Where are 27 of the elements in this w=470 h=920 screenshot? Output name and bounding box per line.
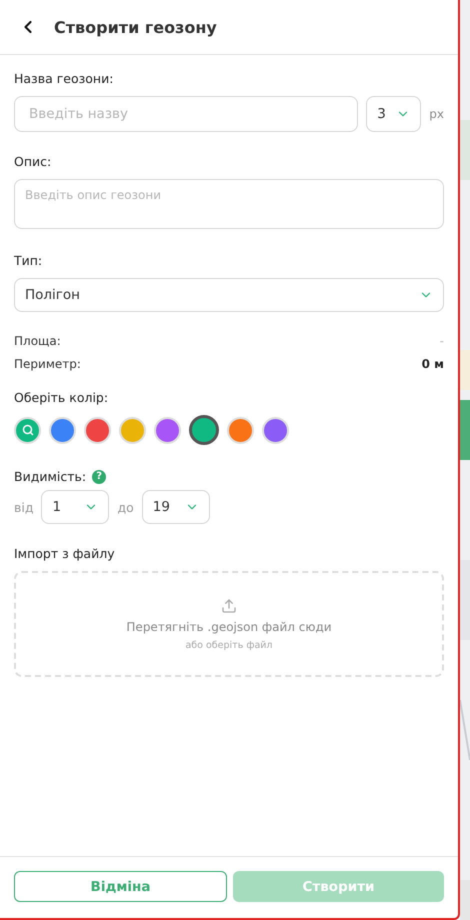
unit-label: px (429, 107, 444, 121)
type-select[interactable]: Полігон (14, 278, 444, 312)
field-label: Назва геозони: (14, 71, 114, 86)
color-picker-button[interactable] (14, 416, 41, 444)
field-label: Опис: (14, 154, 52, 169)
stat-label: Периметр: (14, 357, 81, 371)
stat-value: 0 м (422, 357, 444, 371)
search-icon (22, 424, 34, 436)
name-input[interactable]: Введіть назву (14, 96, 358, 132)
field-label: Імпорт з файлу (14, 546, 116, 561)
drop-text: Перетягніть .geojson файл сюди (126, 620, 332, 634)
to-label: до (117, 500, 134, 514)
stat-label: Площа: (14, 334, 61, 348)
color-swatch[interactable] (189, 415, 219, 445)
drop-hint: або оберіть файл (185, 640, 273, 650)
zoom-from-select[interactable]: 1 (41, 490, 110, 524)
width-select[interactable]: 3 (366, 96, 422, 132)
field-label: Оберіть колір: (14, 390, 110, 405)
description-input[interactable]: Введіть опис геозони (14, 179, 444, 229)
file-drop-zone[interactable]: Перетягніть .geojson файл сюди або оберіть файл (14, 571, 444, 677)
field-label: Видимість: (14, 469, 86, 484)
from-label: від (14, 500, 34, 514)
stat-value: - (440, 334, 444, 348)
page-title: Створити геозону (54, 18, 217, 36)
zoom-to-select[interactable]: 19 (142, 490, 210, 524)
field-label: Тип: (14, 253, 44, 268)
upload-icon (221, 598, 237, 614)
